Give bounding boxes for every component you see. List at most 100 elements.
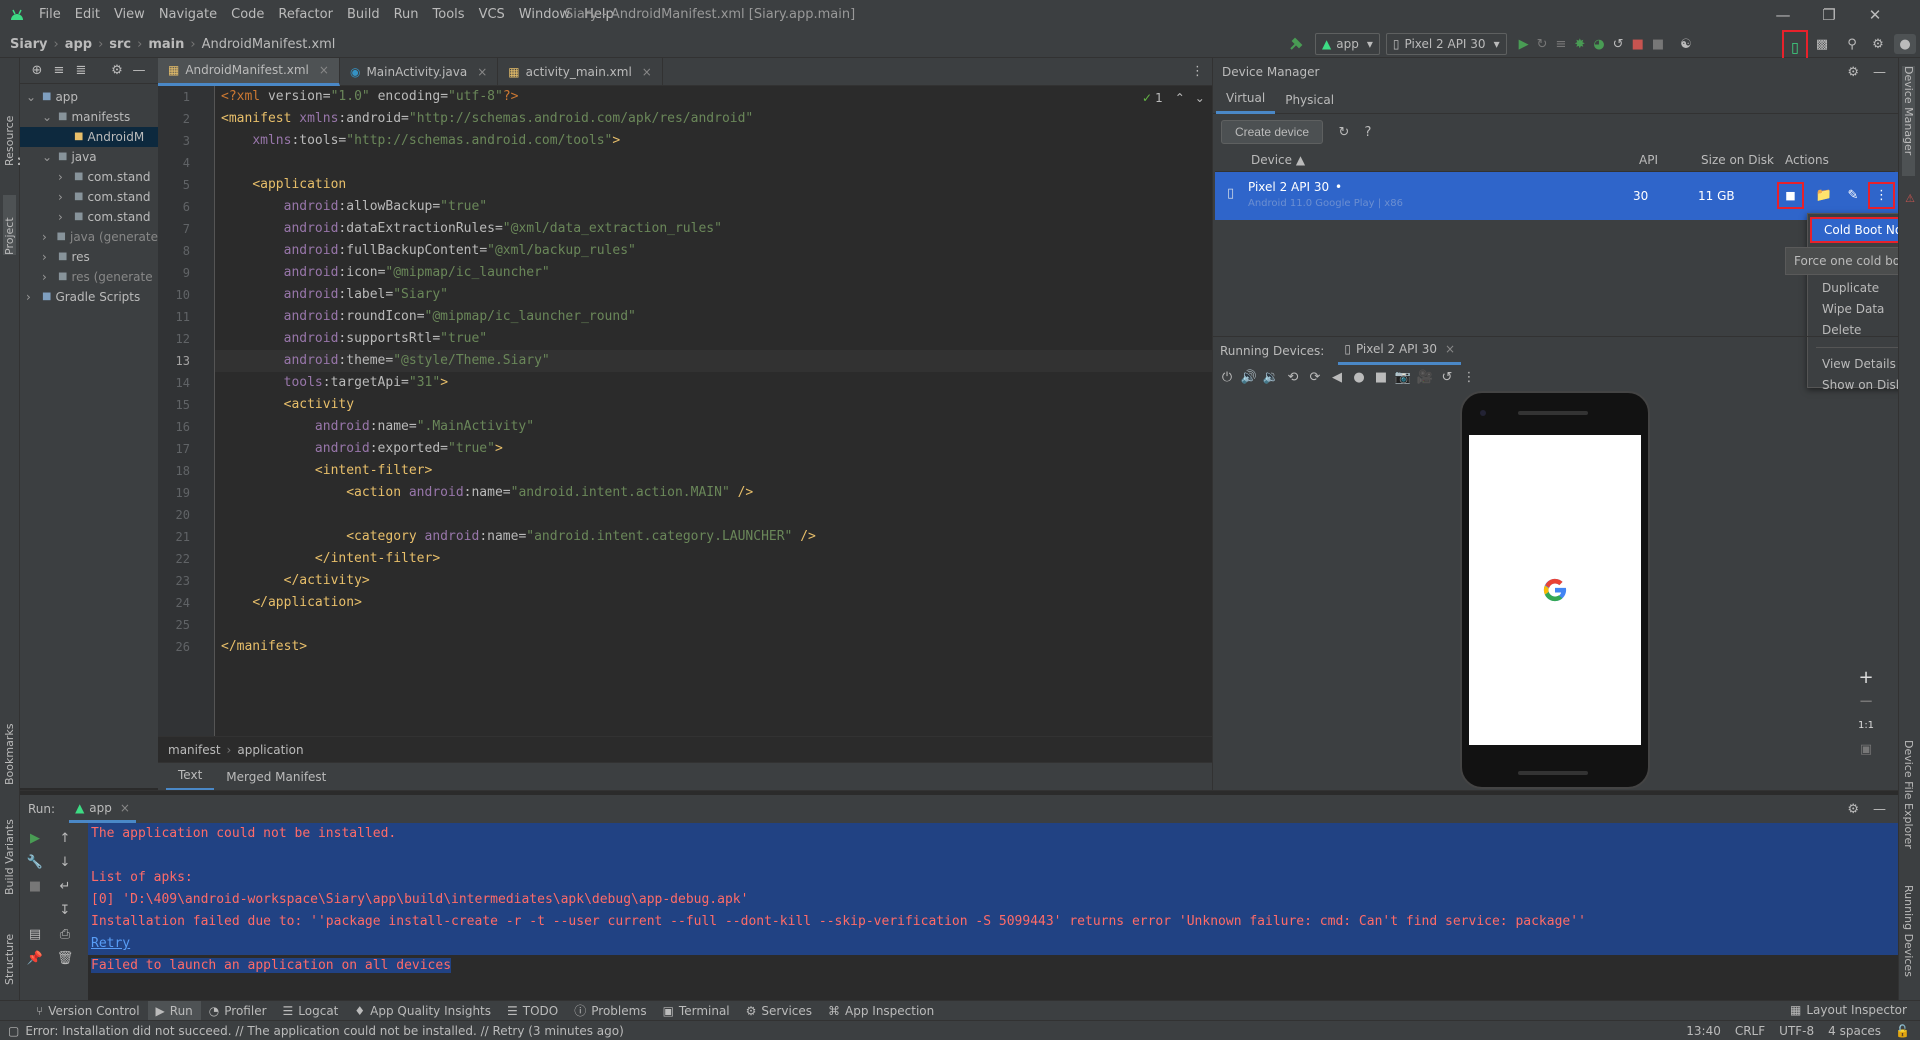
chevron-right-icon[interactable]: › xyxy=(26,287,38,307)
zoom-fit-icon[interactable]: ▣ xyxy=(1851,737,1881,761)
wrench-icon[interactable]: 🔧 xyxy=(24,851,46,873)
structure-tab[interactable]: Structure xyxy=(3,915,16,985)
edit-pencil-icon[interactable]: ✎ xyxy=(1842,184,1864,206)
breadcrumb-item[interactable]: src xyxy=(109,37,131,52)
line-separator[interactable]: CRLF xyxy=(1735,1024,1765,1038)
expand-all-icon[interactable]: ≡ xyxy=(48,63,70,78)
menu-vcs[interactable]: VCS xyxy=(472,0,512,30)
close-tab-icon[interactable]: × xyxy=(477,65,487,79)
sync-gradle-icon[interactable]: ☯ xyxy=(1676,30,1696,58)
chevron-right-icon[interactable]: › xyxy=(58,187,70,207)
screenshot-icon[interactable]: 📷 xyxy=(1392,370,1414,385)
lock-icon[interactable]: 🔓 xyxy=(1895,1024,1910,1038)
attach-debugger-icon[interactable]: ↺ xyxy=(1609,30,1628,58)
chevron-right-icon[interactable]: › xyxy=(58,167,70,187)
indent-setting[interactable]: 4 spaces xyxy=(1828,1024,1881,1038)
chevron-down-icon[interactable]: ⌄ xyxy=(26,87,38,107)
close-tab-icon[interactable]: × xyxy=(642,65,652,79)
zoom-in-icon[interactable]: + xyxy=(1851,665,1881,689)
pin-icon[interactable]: 📌 xyxy=(24,947,46,969)
help-icon[interactable]: ? xyxy=(1358,122,1378,142)
emulator-screen[interactable] xyxy=(1469,435,1641,745)
chevron-up-icon[interactable]: ⌃ xyxy=(1175,91,1185,105)
settings-gear-icon[interactable]: ⚙ xyxy=(1847,65,1859,80)
run-tab-app[interactable]: ▲ app × xyxy=(69,795,136,823)
run-config-select[interactable]: ▲ app ▾ xyxy=(1315,33,1380,55)
device-select[interactable]: ▯ Pixel 2 API 30 ▾ xyxy=(1385,33,1507,55)
chevron-down-icon[interactable]: ⌄ xyxy=(42,147,54,167)
build-hammer-icon[interactable] xyxy=(1285,30,1307,58)
restore-icon[interactable]: ❐ xyxy=(1806,0,1852,30)
tool-app-quality-insights[interactable]: ♦ App Quality Insights xyxy=(346,1001,499,1021)
create-device-button[interactable]: Create device xyxy=(1221,120,1323,144)
overview-icon[interactable]: ■ xyxy=(1370,370,1392,385)
retry-link[interactable]: Retry xyxy=(88,933,1898,955)
tab-options-icon[interactable]: ⋮ xyxy=(1191,64,1204,79)
close-tab-icon[interactable]: × xyxy=(319,63,329,77)
scroll-to-end-icon[interactable]: ↧ xyxy=(54,899,76,921)
chevron-down-icon[interactable]: ⌄ xyxy=(1195,91,1205,105)
back-icon[interactable]: ◀ xyxy=(1326,370,1348,385)
apply-code-changes-icon[interactable]: ≡ xyxy=(1552,30,1571,58)
tab-physical[interactable]: Physical xyxy=(1275,86,1344,114)
build-variants-tab[interactable]: Build Variants xyxy=(3,805,16,895)
breadcrumb-item[interactable]: Siary xyxy=(10,37,47,52)
menu-view[interactable]: View xyxy=(107,0,152,30)
file-encoding[interactable]: UTF-8 xyxy=(1779,1024,1814,1038)
tool-logcat[interactable]: ☰ Logcat xyxy=(275,1001,347,1021)
column-size[interactable]: Size on Disk xyxy=(1701,153,1774,167)
tool-terminal[interactable]: ▣ Terminal xyxy=(655,1001,738,1021)
soft-wrap-icon[interactable]: ↵ xyxy=(54,875,76,897)
stop-icon[interactable]: ■ xyxy=(1628,30,1648,58)
status-message[interactable]: Error: Installation did not succeed. // … xyxy=(25,1024,623,1038)
tree-item[interactable]: ■ AndroidM xyxy=(20,127,158,147)
trash-icon[interactable]: 🗑 xyxy=(54,947,76,969)
collapse-all-icon[interactable]: ≣ xyxy=(70,63,92,78)
tree-item[interactable]: ⌄ ■ app xyxy=(20,87,158,107)
home-icon[interactable]: ● xyxy=(1348,370,1370,385)
close-window-icon[interactable]: ✕ xyxy=(1852,0,1898,30)
chevron-right-icon[interactable]: › xyxy=(58,207,70,227)
hide-panel-icon[interactable]: — xyxy=(1873,802,1886,817)
menu-navigate[interactable]: Navigate xyxy=(152,0,224,30)
menu-file[interactable]: File xyxy=(32,0,68,30)
project-tab[interactable]: Project xyxy=(3,195,16,255)
tree-item[interactable]: › ■ com.stand xyxy=(20,207,158,227)
column-device[interactable]: Device ▲ xyxy=(1251,153,1305,167)
record-icon[interactable]: 🎥 xyxy=(1414,370,1436,385)
breadcrumb-item[interactable]: app xyxy=(65,37,92,52)
chevron-right-icon[interactable]: › xyxy=(42,247,54,267)
breadcrumb-item[interactable]: main xyxy=(148,37,184,52)
tool-version-control[interactable]: ⑂ Version Control xyxy=(28,1001,148,1021)
tab-merged-manifest[interactable]: Merged Manifest xyxy=(214,763,338,791)
tree-item[interactable]: › ■ com.stand xyxy=(20,167,158,187)
tool-profiler[interactable]: ◔ Profiler xyxy=(201,1001,275,1021)
running-device-tab[interactable]: ▯ Pixel 2 API 30 × xyxy=(1338,337,1462,365)
bookmarks-tab[interactable]: Bookmarks xyxy=(3,710,16,785)
device-file-explorer-tab[interactable]: Device File Explorer xyxy=(1902,740,1915,860)
breadcrumb-item[interactable]: AndroidManifest.xml xyxy=(202,37,336,52)
code-editor[interactable]: <?xml version="1.0" encoding="utf-8"?> <m… xyxy=(215,86,1212,736)
debug-icon[interactable]: ✸ xyxy=(1570,30,1589,58)
crumb-manifest[interactable]: manifest xyxy=(168,743,221,757)
menu-build[interactable]: Build xyxy=(340,0,387,30)
menu-run[interactable]: Run xyxy=(387,0,426,30)
refresh-icon[interactable]: ↻ xyxy=(1334,122,1354,142)
snapshot-icon[interactable]: ↺ xyxy=(1436,370,1458,385)
device-manager-tab[interactable]: Device Manager xyxy=(1902,66,1915,176)
zoom-out-icon[interactable]: − xyxy=(1851,689,1881,713)
tree-item[interactable]: › ■ com.stand xyxy=(20,187,158,207)
locate-icon[interactable]: ⊕ xyxy=(26,63,48,78)
close-tab-icon[interactable]: × xyxy=(1445,342,1455,356)
tab-activity-main[interactable]: ▦ activity_main.xml × xyxy=(498,57,663,86)
settings-gear-icon[interactable]: ⚙ xyxy=(1847,802,1859,817)
volume-down-icon[interactable]: 🔉 xyxy=(1260,370,1282,385)
menu-code[interactable]: Code xyxy=(224,0,271,30)
power-icon[interactable]: ⏻ xyxy=(1216,370,1238,385)
layout-inspector-tab[interactable]: ▦ Layout Inspector xyxy=(1790,1000,1907,1020)
rotate-left-icon[interactable]: ⟲ xyxy=(1282,370,1304,385)
settings-gear-icon[interactable]: ⚙ xyxy=(106,63,128,78)
scroll-up-icon[interactable]: ↑ xyxy=(54,827,76,849)
crumb-application[interactable]: application xyxy=(237,743,303,757)
search-icon[interactable]: ⚲ xyxy=(1842,34,1862,54)
